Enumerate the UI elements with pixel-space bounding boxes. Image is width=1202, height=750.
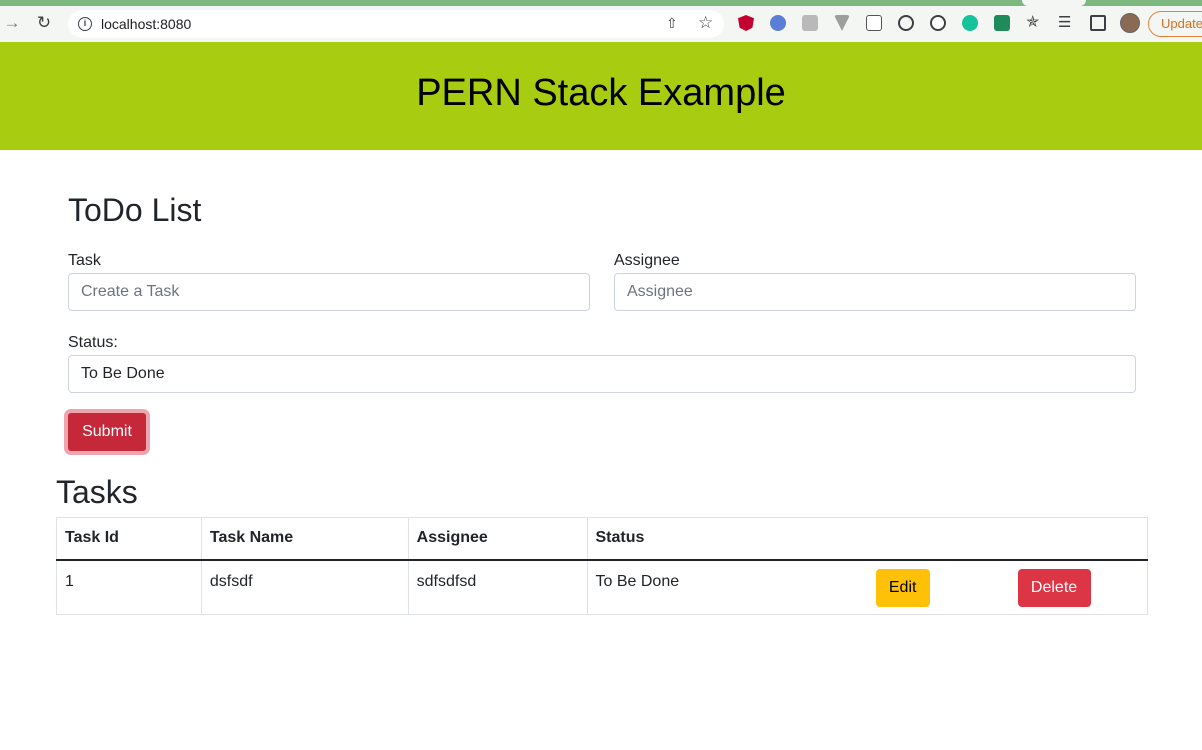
address-bar[interactable]: i localhost:8080 ⇧ ☆ [68,10,724,38]
vue-extension-icon[interactable] [834,15,850,31]
column-header-status: Status [586,517,870,561]
table-row: 1 dsfsdf sdfsdfsd To Be Done Edit Delete [56,559,1148,615]
status-label: Status: [68,334,118,351]
task-input[interactable] [68,273,590,311]
assignee-input[interactable] [614,273,1136,311]
column-header-delete [1011,517,1148,561]
column-header-assignee: Assignee [407,517,588,561]
site-info-icon[interactable]: i [78,17,92,31]
avatar[interactable] [1120,13,1140,33]
reload-icon[interactable]: ↻ [34,13,54,33]
reading-list-icon[interactable]: ☰ [1058,15,1074,31]
tasks-heading: Tasks [56,474,138,510]
cell-task-id: 1 [56,559,202,615]
extension-icon[interactable] [898,15,914,31]
extension-icon[interactable] [770,15,786,31]
tasks-table: Task Id Task Name Assignee Status 1 dsfs… [56,517,1148,615]
task-label: Task [68,252,101,269]
cell-delete: Delete [1011,559,1148,615]
submit-button[interactable]: Submit [64,409,150,455]
extension-icon[interactable] [994,15,1010,31]
todo-list-heading: ToDo List [68,192,202,228]
table-header-row: Task Id Task Name Assignee Status [56,517,1148,561]
extension-icon[interactable] [802,15,818,31]
share-icon[interactable]: ⇧ [666,15,678,32]
angular-extension-icon[interactable] [738,15,754,31]
page-title: PERN Stack Example [416,72,786,114]
address-url[interactable]: localhost:8080 [101,16,191,32]
column-header-edit [869,517,1012,561]
grammarly-icon[interactable] [962,15,978,31]
status-select[interactable]: To Be Done [68,355,1136,393]
browser-toolbar: → ↻ i localhost:8080 ⇧ ☆ ✯ ☰ Update [0,0,1202,42]
delete-button[interactable]: Delete [1017,568,1091,607]
column-header-task-name: Task Name [200,517,409,561]
column-header-task-id: Task Id [56,517,202,561]
update-button[interactable]: Update [1148,11,1202,37]
assignee-label: Assignee [614,252,680,269]
side-panel-icon[interactable] [1090,15,1106,31]
forward-icon[interactable]: → [2,13,22,33]
cell-edit: Edit [869,559,1012,615]
active-tab-edge [1022,0,1068,6]
cell-assignee: sdfsdfsd [407,559,588,615]
puzzle-icon[interactable]: ✯ [1026,15,1042,31]
bookmark-star-icon[interactable]: ☆ [698,13,713,33]
edit-button[interactable]: Edit [875,568,930,607]
extension-icon[interactable] [930,15,946,31]
app-header: PERN Stack Example [0,42,1202,150]
extension-icon[interactable] [866,15,882,31]
cell-status: To Be Done [586,559,870,615]
cell-task-name: dsfsdf [200,559,409,615]
